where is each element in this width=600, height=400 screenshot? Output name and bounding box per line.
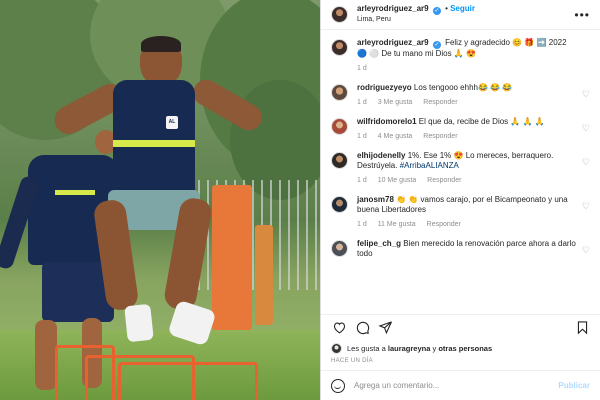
comment-time[interactable]: 1 d (357, 177, 367, 184)
verified-icon: ✓ (432, 7, 441, 15)
other-likers-link[interactable]: otras personas (438, 344, 492, 353)
comment-likes[interactable]: 4 Me gusta (378, 133, 413, 140)
commenter-avatar[interactable] (331, 152, 348, 169)
comment-likes[interactable]: 11 Me gusta (378, 221, 416, 228)
verified-icon: ✓ (432, 41, 441, 49)
reply-button[interactable]: Responder (423, 133, 457, 140)
author-avatar[interactable] (331, 6, 348, 23)
reply-button[interactable]: Responder (427, 177, 461, 184)
commenter-avatar[interactable] (331, 240, 348, 257)
comment-username[interactable]: janosm78 (357, 195, 394, 204)
reply-button[interactable]: Responder (427, 221, 461, 228)
post-location[interactable]: Lima, Peru (357, 15, 574, 25)
caption: arleyrodriguez_ar9 ✓ Feliz y agradecido … (331, 38, 590, 72)
add-comment-bar: Publicar (321, 370, 600, 400)
caption-avatar[interactable] (331, 39, 348, 56)
comment-icon[interactable] (354, 320, 370, 336)
comment-item: elhijodenelly 1%. Ese 1% 😍 Lo mereces, b… (331, 151, 590, 184)
commenter-avatar[interactable] (331, 196, 348, 213)
post-photo[interactable]: AL (0, 0, 320, 400)
comment-item: felipe_ch_g Bien merecido la renovación … (331, 239, 590, 259)
comments-list[interactable]: arleyrodriguez_ar9 ✓ Feliz y agradecido … (321, 30, 600, 314)
comment-likes[interactable]: 10 Me gusta (378, 177, 417, 184)
post-header: arleyrodriguez_ar9 ✓ • Seguir Lima, Peru… (321, 0, 600, 30)
comment-username[interactable]: elhijodenelly (357, 151, 405, 160)
reply-button[interactable]: Responder (423, 99, 457, 106)
comment-item: wilfridomorelo1 El que da, recibe de Dio… (331, 117, 590, 140)
comment-time[interactable]: 1 d (357, 133, 367, 140)
comment-heart-icon[interactable]: ♡ (582, 157, 590, 168)
comment-input[interactable] (354, 381, 559, 390)
author-username[interactable]: arleyrodriguez_ar9 (357, 4, 429, 13)
comment-time[interactable]: 1 d (357, 221, 367, 228)
comment-heart-icon[interactable]: ♡ (582, 89, 590, 100)
comment-time[interactable]: 1 d (357, 99, 367, 106)
liker-avatar[interactable] (331, 342, 342, 354)
heart-icon[interactable] (331, 320, 347, 336)
more-icon[interactable]: ••• (574, 8, 590, 22)
comment-username[interactable]: wilfridomorelo1 (357, 117, 417, 126)
comment-hashtag[interactable]: #ArribaALIANZA (400, 161, 459, 170)
post-side-panel: arleyrodriguez_ar9 ✓ • Seguir Lima, Peru… (320, 0, 600, 400)
club-crest: AL (166, 116, 178, 129)
instagram-post-modal: AL arleyrodriguez_ar9 ✓ • Seguir Lima, P… (0, 0, 600, 400)
likes-prefix: Les gusta a (347, 343, 386, 353)
comment-heart-icon[interactable]: ♡ (582, 123, 590, 134)
commenter-avatar[interactable] (331, 84, 348, 101)
post-timestamp[interactable]: HACE UN DÍA (321, 356, 600, 370)
comment-likes[interactable]: 3 Me gusta (378, 99, 413, 106)
comment-text: Los tengooo ehhh😂 😂 😂 (413, 83, 513, 92)
likes-summary: Les gusta a lauragreyna y otras personas (321, 340, 600, 356)
comment-heart-icon[interactable]: ♡ (582, 201, 590, 212)
comment-text: El que da, recibe de Dios 🙏 🙏 🙏 (418, 117, 545, 126)
comment-username[interactable]: rodriguezyeyo (357, 83, 412, 92)
liker-username[interactable]: lauragreyna (388, 344, 431, 353)
post-actions-bar (321, 314, 600, 340)
comment-item: janosm78 👏 👏 vamos carajo, por el Bicamp… (331, 195, 590, 228)
caption-username[interactable]: arleyrodriguez_ar9 (357, 38, 429, 47)
follow-button[interactable]: Seguir (450, 4, 475, 13)
publish-button[interactable]: Publicar (558, 381, 590, 390)
comment-item: rodriguezyeyo Los tengooo ehhh😂 😂 😂 1 d … (331, 83, 590, 106)
caption-time[interactable]: 1 d (357, 65, 367, 72)
comment-heart-icon[interactable]: ♡ (582, 245, 590, 256)
share-icon[interactable] (377, 320, 393, 336)
commenter-avatar[interactable] (331, 118, 348, 135)
comment-username[interactable]: felipe_ch_g (357, 239, 401, 248)
likes-middle: y (432, 343, 437, 353)
post-header-text: arleyrodriguez_ar9 ✓ • Seguir Lima, Peru (357, 4, 574, 25)
emoji-icon[interactable] (331, 378, 345, 393)
bookmark-icon[interactable] (574, 320, 590, 336)
